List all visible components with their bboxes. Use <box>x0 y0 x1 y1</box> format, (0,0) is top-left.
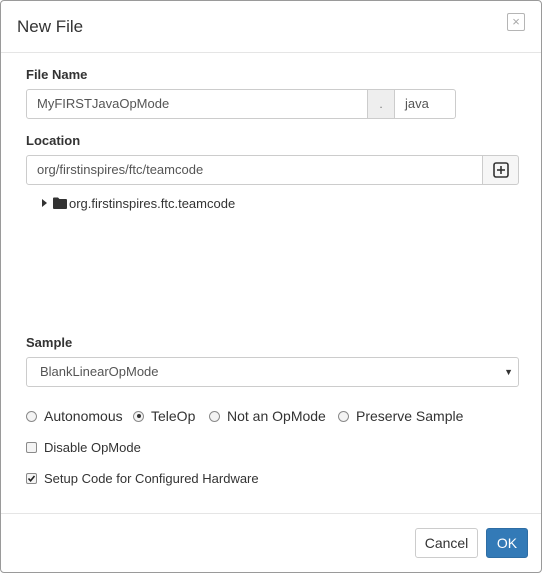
file-name-input[interactable]: MyFIRSTJavaOpMode <box>26 89 368 119</box>
setup-hardware-label: Setup Code for Configured Hardware <box>44 470 259 486</box>
expand-caret-icon[interactable] <box>37 194 53 212</box>
radio-teleop[interactable]: TeleOp <box>133 407 195 425</box>
location-label: Location <box>26 133 81 148</box>
extension-field[interactable]: java <box>394 89 456 119</box>
location-input[interactable]: org/firstinspires/ftc/teamcode <box>26 155 483 185</box>
radio-button-icon <box>209 410 220 422</box>
radio-button-icon <box>338 410 349 422</box>
radio-not-an-opmode[interactable]: Not an OpMode <box>209 407 326 425</box>
radio-button-selected-icon <box>133 410 144 422</box>
dialog-header: New File × <box>1 1 541 53</box>
file-name-label: File Name <box>26 67 88 82</box>
sample-label: Sample <box>26 335 73 350</box>
folder-icon <box>53 197 67 209</box>
radio-label-teleop: TeleOp <box>151 408 196 424</box>
disable-opmode-label: Disable OpMode <box>44 439 141 455</box>
radio-preserve-sample[interactable]: Preserve Sample <box>338 407 463 425</box>
radio-button-icon <box>26 410 37 422</box>
add-folder-button[interactable] <box>482 155 519 185</box>
sample-select[interactable]: BlankLinearOpMode ▼ <box>26 357 519 387</box>
disable-opmode-checkbox[interactable] <box>26 441 37 453</box>
close-icon: × <box>512 14 520 29</box>
sample-selected-value: BlankLinearOpMode <box>40 364 159 379</box>
dialog-title: New File <box>17 17 84 36</box>
chevron-down-icon: ▼ <box>504 367 513 377</box>
radio-label-preserve-sample: Preserve Sample <box>356 408 464 424</box>
setup-hardware-checkbox[interactable] <box>26 472 37 484</box>
cancel-button[interactable]: Cancel <box>415 528 478 558</box>
checkmark-icon <box>27 474 36 482</box>
folder-label: org.firstinspires.ftc.teamcode <box>69 195 236 211</box>
setup-hardware-checkbox-row[interactable]: Setup Code for Configured Hardware <box>26 469 259 487</box>
radio-label-autonomous: Autonomous <box>44 408 123 424</box>
radio-autonomous[interactable]: Autonomous <box>26 407 123 425</box>
ok-button[interactable]: OK <box>486 528 528 558</box>
disable-opmode-checkbox-row[interactable]: Disable OpMode <box>26 438 141 456</box>
close-button[interactable]: × <box>507 13 525 31</box>
radio-label-not-an-opmode: Not an OpMode <box>227 408 326 424</box>
plus-square-icon <box>493 162 509 178</box>
folder-tree-item[interactable]: org.firstinspires.ftc.teamcode <box>37 194 235 212</box>
new-file-dialog: New File × File Name MyFIRSTJavaOpMode .… <box>0 0 542 573</box>
extension-separator: . <box>367 89 395 119</box>
